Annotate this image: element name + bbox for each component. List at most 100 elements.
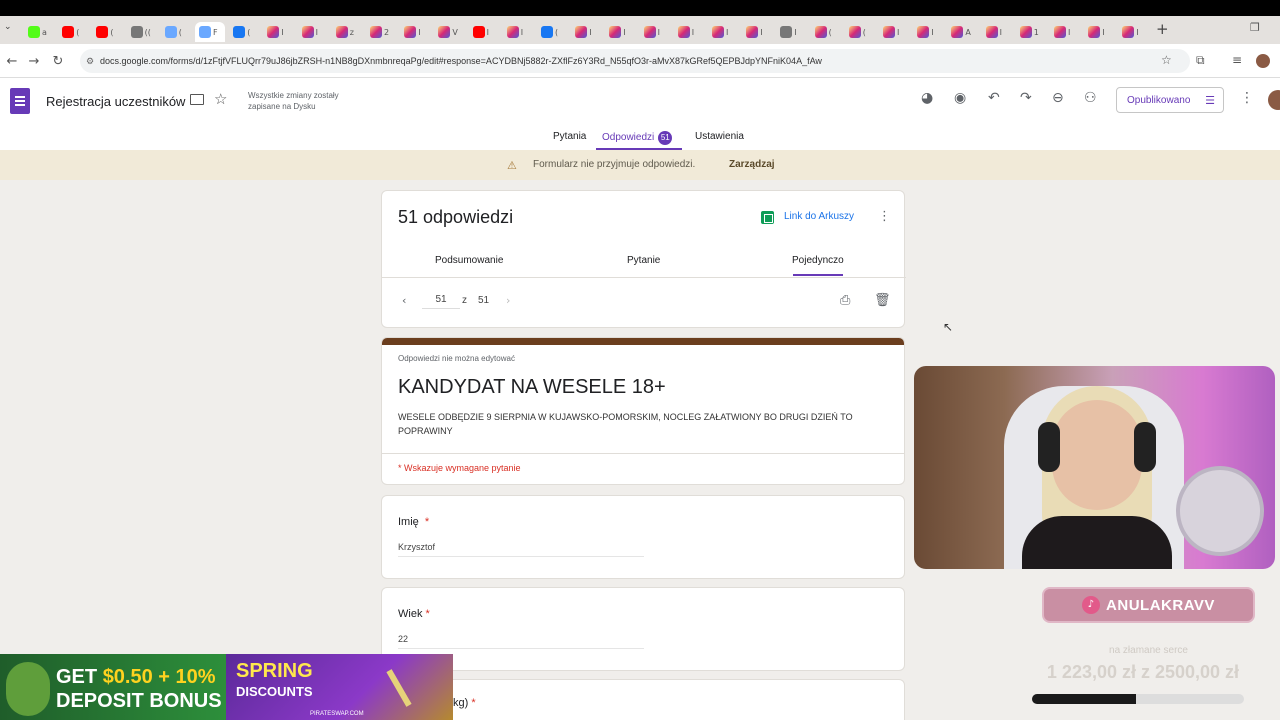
browser-tab[interactable]: I (571, 22, 603, 42)
link-to-sheets[interactable]: Link do Arkuszy (784, 211, 854, 222)
browser-tab[interactable]: ( (161, 22, 193, 42)
browser-tab[interactable]: I (298, 22, 330, 42)
webcam-overlay (914, 366, 1275, 569)
url-text: docs.google.com/forms/d/1zFtjfVFLUQrr79u… (100, 56, 822, 66)
question-card: Imię * Krzysztof (381, 495, 905, 579)
media-icon[interactable]: ≡ (1232, 53, 1242, 67)
browser-tab[interactable]: A (947, 22, 979, 42)
forward-icon[interactable]: → (22, 54, 46, 69)
browser-tab[interactable]: I (742, 22, 774, 42)
tab-settings[interactable]: Ustawienia (695, 131, 744, 142)
published-button[interactable]: Opublikowano ☰ (1116, 87, 1224, 113)
responses-count-badge: 51 (658, 131, 673, 145)
instagram-icon (1088, 26, 1101, 38)
browser-tab[interactable]: I (982, 22, 1014, 42)
browser-tab[interactable]: F (195, 22, 225, 42)
more-vert-icon[interactable]: ⋮ (878, 209, 891, 224)
add-collaborator-icon[interactable]: ⚇ (1084, 90, 1097, 106)
extensions-icon[interactable]: ⧉ (1196, 53, 1205, 68)
audio-tab-icon (130, 26, 143, 38)
sheets-icon[interactable] (761, 211, 774, 224)
folder-icon[interactable] (190, 94, 204, 105)
responses-count-title: 51 odpowiedzi (398, 207, 514, 227)
browser-tab[interactable]: ( (92, 22, 124, 42)
trash-icon[interactable]: 🗑 (874, 293, 891, 308)
browser-tab[interactable]: z (332, 22, 364, 42)
browser-tab-label: I (486, 27, 489, 37)
browser-tab[interactable]: I (1050, 22, 1082, 42)
palette-icon[interactable]: ◕ (921, 90, 933, 106)
browser-tab-label: I (520, 27, 524, 37)
instagram-icon (917, 26, 930, 38)
instagram-icon (370, 26, 382, 38)
new-tab-button[interactable]: + (1156, 20, 1169, 38)
browser-tab[interactable]: (( (127, 22, 159, 42)
star-icon[interactable]: ☆ (214, 90, 227, 108)
browser-tab[interactable]: a (24, 22, 56, 42)
instagram-icon (848, 26, 861, 38)
response-number-input[interactable]: 51 (422, 291, 460, 309)
bookmark-star-icon[interactable]: ☆ (1161, 53, 1172, 67)
site-info-icon[interactable]: ⚙ (86, 56, 94, 67)
browser-tab-label: I (315, 27, 318, 37)
account-avatar[interactable] (1268, 90, 1280, 110)
browser-tab-label: I (691, 27, 695, 37)
spring-discounts-ad[interactable]: SPRING DISCOUNTS PIRATESWAP.COM (226, 654, 453, 720)
tab-search-icon[interactable]: ⌄ (4, 22, 12, 32)
browser-tab[interactable]: V (434, 22, 466, 42)
next-response-icon[interactable]: › (506, 294, 510, 307)
manage-button[interactable]: Zarządzaj (729, 159, 775, 170)
previous-response-icon[interactable]: ‹ (402, 294, 406, 307)
subtab-question[interactable]: Pytanie (627, 255, 660, 266)
browser-tab[interactable]: I (503, 22, 535, 42)
browser-tab-label: ( (828, 27, 832, 37)
browser-tab[interactable]: I (1118, 22, 1150, 42)
mouse-cursor-icon: ↖ (943, 320, 954, 334)
more-vert-icon[interactable]: ⋮ (1240, 90, 1254, 106)
browser-tab[interactable]: I (776, 22, 808, 42)
browser-tab[interactable]: 2 (366, 22, 398, 42)
form-title[interactable]: Rejestracja uczestników (46, 94, 185, 109)
browser-tab[interactable]: I (708, 22, 740, 42)
answer-value: 22 (398, 634, 644, 649)
browser-tab[interactable]: I (674, 22, 706, 42)
browser-tab-label: I (1136, 27, 1139, 37)
back-icon[interactable]: ← (0, 54, 24, 69)
google-forms-icon[interactable] (10, 88, 30, 114)
browser-tab[interactable]: I (400, 22, 432, 42)
browser-tab[interactable]: ( (811, 22, 843, 42)
browser-tab[interactable]: ( (229, 22, 261, 42)
url-field[interactable]: ⚙ docs.google.com/forms/d/1zFtjfVFLUQrr7… (80, 49, 1190, 73)
print-icon[interactable]: ⎙ (840, 293, 850, 308)
browser-tab[interactable]: I (879, 22, 911, 42)
browser-tab-label: ( (555, 27, 559, 37)
link-icon[interactable]: ⊖ (1052, 90, 1064, 106)
ad-sword (386, 669, 412, 707)
browser-tab[interactable]: 1 (1016, 22, 1048, 42)
browser-tab[interactable]: I (605, 22, 637, 42)
question-card: Wiek * 22 (381, 587, 905, 671)
window-restore-icon[interactable]: ❐ (1250, 21, 1260, 34)
profile-avatar[interactable] (1256, 54, 1270, 68)
deposit-bonus-ad[interactable]: GET $0.50 + 10% DEPOSIT BONUS (0, 654, 226, 720)
browser-tab[interactable]: ( (58, 22, 90, 42)
redo-icon[interactable]: ↷ (1020, 90, 1032, 106)
subtab-individual[interactable]: Pojedynczo (792, 255, 844, 266)
not-accepting-banner: ⚠ Formularz nie przyjmuje odpowiedzi. Za… (0, 150, 1280, 180)
browser-tab-label: I (760, 27, 763, 37)
browser-tab[interactable]: I (913, 22, 945, 42)
subtab-summary[interactable]: Podsumowanie (435, 255, 503, 266)
required-note: * Wskazuje wymagane pytanie (398, 463, 521, 473)
instagram-icon (712, 26, 724, 38)
preview-eye-icon[interactable]: ◉ (954, 90, 966, 106)
tab-responses[interactable]: Odpowiedzi 51 (602, 131, 673, 145)
browser-tab[interactable]: I (1084, 22, 1116, 42)
reload-icon[interactable]: ↻ (46, 54, 70, 69)
browser-tab[interactable]: I (469, 22, 501, 42)
tab-questions[interactable]: Pytania (553, 131, 586, 142)
undo-icon[interactable]: ↶ (988, 90, 1000, 106)
browser-tab[interactable]: I (263, 22, 295, 42)
browser-tab[interactable]: ( (845, 22, 877, 42)
browser-tab[interactable]: I (640, 22, 672, 42)
browser-tab[interactable]: ( (537, 22, 569, 42)
